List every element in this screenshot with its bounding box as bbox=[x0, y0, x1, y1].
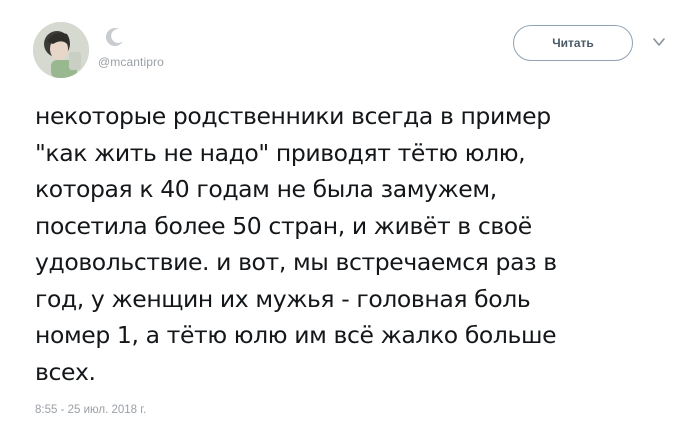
tweet-timestamp[interactable]: 8:55 - 25 июл. 2018 г. bbox=[35, 404, 146, 416]
follow-button[interactable]: Читать bbox=[513, 25, 633, 61]
tweet-text-line: номер 1, а тётю юлю им всё жалко больше bbox=[35, 321, 557, 349]
tweet-text-line: "как жить не надо" приводят тётю юлю, bbox=[35, 138, 526, 167]
chevron-down-icon[interactable] bbox=[652, 35, 666, 49]
crescent-moon-icon bbox=[105, 28, 123, 47]
user-handle[interactable]: @mcantipro bbox=[98, 55, 164, 69]
tweet-card: @mcantipro Читать некоторые родственники… bbox=[0, 0, 700, 434]
avatar-photo-icon bbox=[33, 22, 89, 78]
tweet-text-line: удовольствие. и вот, мы встречаемся раз … bbox=[35, 248, 557, 276]
tweet-text-line: посетила более 50 стран, и живёт в своё bbox=[35, 211, 532, 240]
tweet-text-line: всех. bbox=[35, 357, 96, 386]
tweet-text-line: которая к 40 годам не была замужем, bbox=[35, 175, 497, 203]
tweet-text-line: год, у женщин их мужья - головная боль bbox=[35, 284, 531, 313]
tweet-text: некоторые родственники всегда в пример "… bbox=[35, 98, 675, 390]
avatar[interactable] bbox=[33, 22, 89, 78]
tweet-text-line: некоторые родственники всегда в пример bbox=[35, 102, 551, 130]
